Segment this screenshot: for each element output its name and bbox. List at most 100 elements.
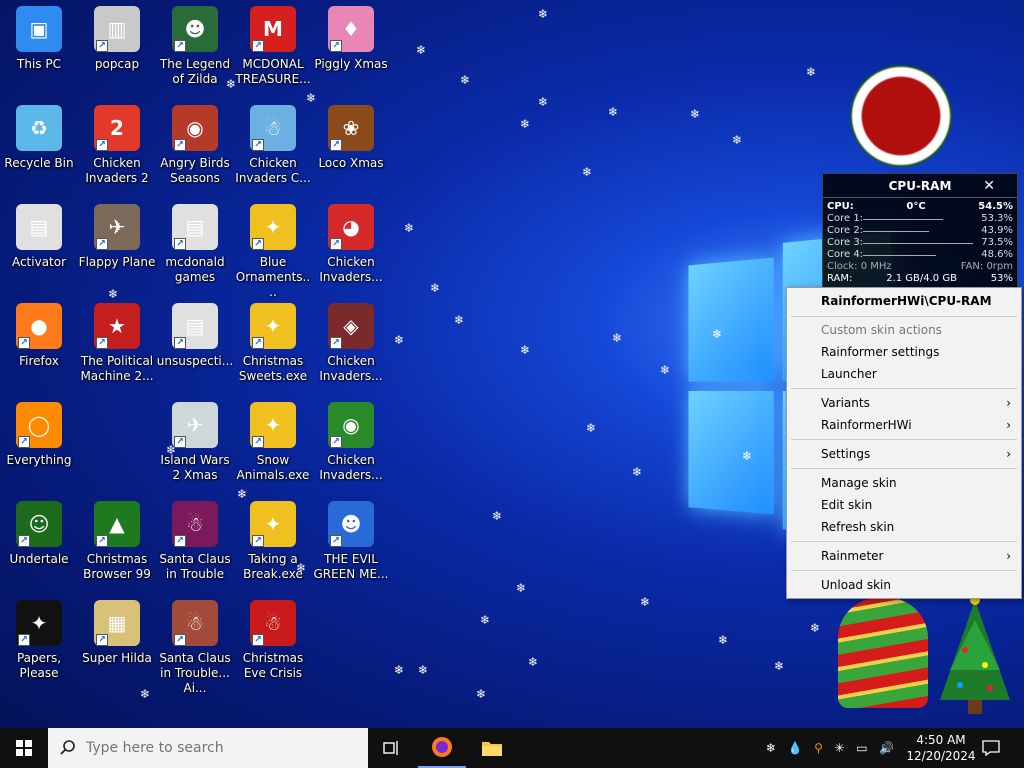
desktop-icon[interactable]: ☻ ↗ THE EVIL GREEN ME... [312,501,390,582]
desktop-icon[interactable]: ✦ ↗ Snow Animals.exe [234,402,312,483]
menu-rainmeter[interactable]: Rainmeter › [787,545,1021,567]
desktop-icon[interactable]: ✦ ↗ Blue Ornaments.... [234,204,312,300]
desktop-icon[interactable]: ◉ ↗ Angry Birds Seasons [156,105,234,186]
snowflake: ❄ [690,107,701,121]
menu-rainformer-settings[interactable]: Rainformer settings [787,341,1021,363]
desktop-icon[interactable]: ✈ ↗ Flappy Plane [78,204,156,270]
app-icon: ☃ ↗ [172,600,218,646]
desktop-icon[interactable]: ♦ ↗ Piggly Xmas [312,6,390,72]
notification-icon [982,740,1000,756]
desktop-icon[interactable]: ☃ ↗ Santa Claus in Trouble [156,501,234,582]
desktop-icon[interactable]: ▥ ↗ popcap [78,6,156,72]
menu-settings[interactable]: Settings › [787,443,1021,465]
shortcut-arrow-icon: ↗ [18,436,30,448]
desktop-icon-label: Chicken Invaders C... [235,156,311,185]
desktop-icon[interactable]: ◯ ↗ Everything [0,402,78,468]
desktop-icon-label: Island Wars 2 Xmas [160,453,230,482]
desktop-icon[interactable]: ▦ ↗ Super Hilda [78,600,156,666]
desktop-icon[interactable]: ▤ ↗ unsuspecti... [156,303,234,369]
desktop-icon[interactable]: ▤ ↗ mcdonald games [156,204,234,285]
menu-manage-skin[interactable]: Manage skin [787,472,1021,494]
snowflake: ❄ [492,509,503,523]
search-box[interactable] [48,728,368,768]
close-icon[interactable]: ✕ [983,174,995,198]
desktop-icon-label: Snow Animals.exe [236,453,310,482]
tray-snowflake-icon[interactable]: ✳ [835,741,845,755]
task-view-button[interactable] [368,728,416,768]
chevron-right-icon: › [1006,418,1011,432]
core4-row: Core 4: 48.6% [827,249,1013,260]
snowflake: ❄ [718,633,729,647]
desktop-icon[interactable]: ☻ ↗ The Legend of Zilda [156,6,234,87]
menu-unload-skin[interactable]: Unload skin [787,574,1021,596]
desktop-icon[interactable]: M ↗ MCDONAL TREASURE... [234,6,312,87]
menu-edit-skin[interactable]: Edit skin [787,494,1021,516]
menu-variants[interactable]: Variants › [787,392,1021,414]
snowflake: ❄ [528,655,539,669]
app-icon: ◯ ↗ [16,402,62,448]
network-icon[interactable]: ▭ [856,741,867,755]
notifications-button[interactable] [968,728,1014,768]
desktop-icon[interactable]: 2 ↗ Chicken Invaders 2 [78,105,156,186]
desktop-icon[interactable]: ✈ ↗ Island Wars 2 Xmas [156,402,234,483]
shortcut-arrow-icon: ↗ [252,139,264,151]
chevron-right-icon: › [1006,396,1011,410]
file-explorer-button[interactable] [468,728,516,768]
desktop-icon[interactable]: ♻ Recycle Bin [0,105,78,171]
firefox-taskbar-button[interactable] [418,728,466,768]
snowflake: ❄ [454,313,465,327]
desktop-icon-label: Angry Birds Seasons [160,156,230,185]
taskbar-clock[interactable]: 4:50 AM 12/20/2024 [906,732,976,764]
shortcut-arrow-icon: ↗ [330,40,342,52]
menu-custom-skin-actions: Custom skin actions [821,323,942,337]
app-icon: ▥ ↗ [94,6,140,52]
desktop-icon[interactable]: ▣ This PC [0,6,78,72]
menu-rainformerhwi[interactable]: RainformerHWi › [787,414,1021,436]
desktop-icon-label: Christmas Eve Crisis [242,651,304,680]
desktop-icon[interactable]: ◉ ↗ Chicken Invaders... [312,402,390,483]
task-view-icon [383,741,398,755]
desktop-icon[interactable]: ✦ ↗ Papers, Please [0,600,78,681]
desktop-icon[interactable]: ● ↗ Firefox [0,303,78,369]
desktop-icon[interactable]: ▤ Activator [0,204,78,270]
snowflake: ❄ [774,659,785,673]
desktop-icon[interactable]: ✦ ↗ Christmas Sweets.exe [234,303,312,384]
cpu-ram-widget[interactable]: CPU-RAM ✕ CPU: 0°C 54.5% Core 1: 53.3% Core… [822,173,1018,289]
tray-search-app-icon[interactable]: ⚲ [814,741,823,755]
tray-app-icon[interactable]: ❄ [766,741,776,755]
desktop-icon[interactable]: ★ ↗ The Political Machine 2... [78,303,156,384]
menu-header[interactable]: RainformerHWi\CPU-RAM [787,290,1021,312]
app-icon: ◉ ↗ [328,402,374,448]
shortcut-arrow-icon: ↗ [174,139,186,151]
shortcut-arrow-icon: ↗ [174,634,186,646]
core2-row: Core 2: 43.9% [827,225,1013,236]
snowflake: ❄ [306,91,317,105]
desktop-icon-label: Santa Claus in Trouble [159,552,231,581]
desktop-icon[interactable]: ☃ ↗ Chicken Invaders C... [234,105,312,186]
search-input[interactable] [86,740,336,756]
desktop-icon-label: Chicken Invaders... [319,354,383,383]
volume-icon[interactable]: 🔊 [879,741,894,755]
desktop-icon[interactable]: ☃ ↗ Santa Claus in Trouble... Ai... [156,600,234,696]
app-icon: ▣ [16,6,62,52]
menu-refresh-skin[interactable]: Refresh skin [787,516,1021,538]
snowflake: ❄ [608,105,619,119]
desktop-icon[interactable]: ☃ ↗ Christmas Eve Crisis [234,600,312,681]
shortcut-arrow-icon: ↗ [252,40,264,52]
start-button[interactable] [0,728,48,768]
desktop-icon[interactable]: ◈ ↗ Chicken Invaders... [312,303,390,384]
desktop-icon[interactable]: ◕ ↗ Chicken Invaders... [312,204,390,285]
app-icon: ☃ ↗ [172,501,218,547]
menu-launcher[interactable]: Launcher [787,363,1021,385]
snowflake: ❄ [418,663,429,677]
tray-drop-icon[interactable]: 💧 [788,741,803,755]
desktop-icon-label: unsuspecti... [156,354,234,368]
snowflake: ❄ [140,687,151,701]
desktop-icon[interactable]: ✦ ↗ Taking a Break.exe [234,501,312,582]
christmas-clock-decoration [826,56,976,176]
shortcut-arrow-icon: ↗ [252,634,264,646]
desktop-icon[interactable]: ☺ ↗ Undertale [0,501,78,567]
desktop-icon[interactable]: ❀ ↗ Loco Xmas [312,105,390,171]
desktop-icon[interactable]: ▲ ↗ Christmas Browser 99 [78,501,156,582]
chevron-right-icon: › [1006,549,1011,563]
